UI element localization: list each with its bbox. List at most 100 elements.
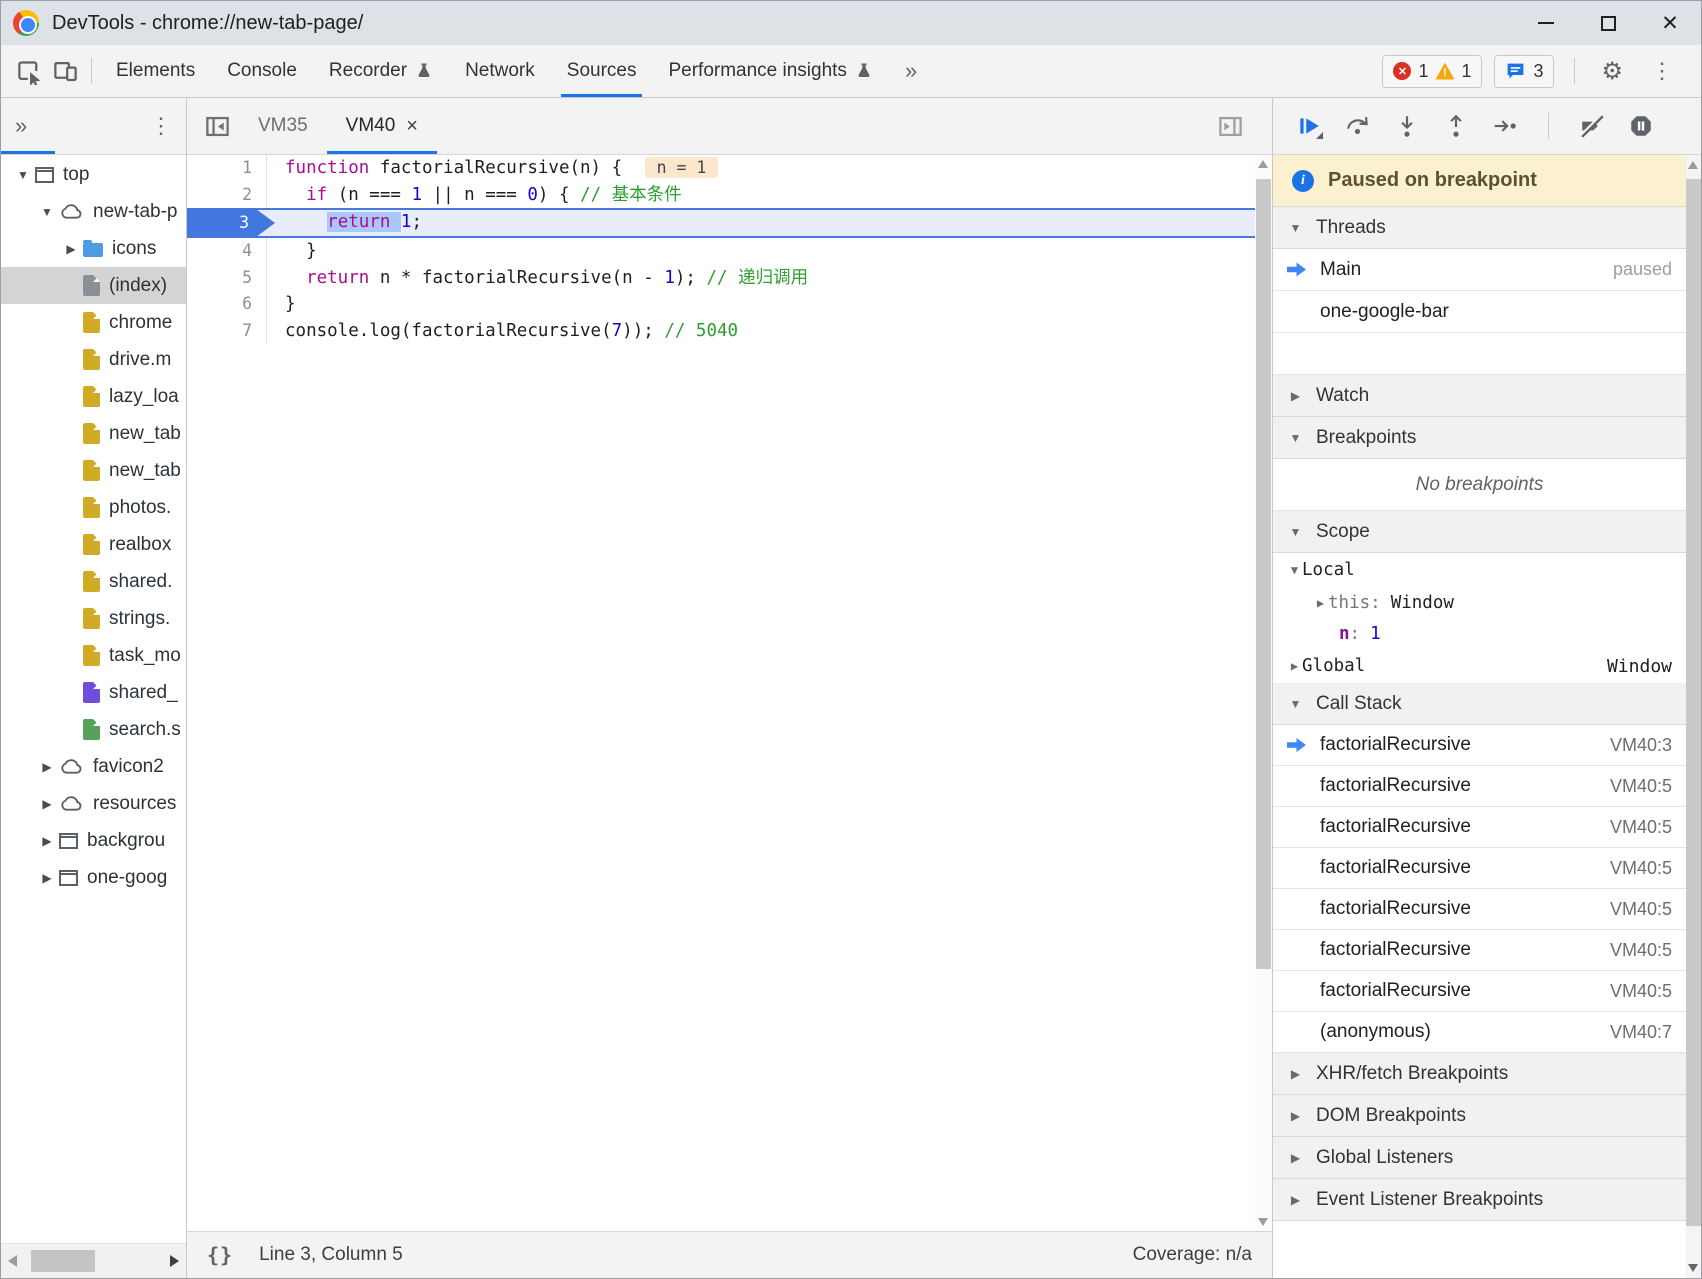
tree-item-drive-m[interactable]: drive.m: [1, 341, 186, 378]
code-line-6[interactable]: 6}: [187, 291, 1272, 318]
line-number-gutter[interactable]: 1: [187, 155, 267, 182]
main-menu-button[interactable]: ⋮: [1641, 58, 1683, 84]
minimize-button[interactable]: [1515, 1, 1577, 45]
scroll-up-arrow-icon[interactable]: [1258, 160, 1268, 168]
tree-item-one-goog[interactable]: ▶one-goog: [1, 859, 186, 896]
step-out-button[interactable]: [1442, 112, 1470, 140]
section-call-stack[interactable]: ▼ Call Stack: [1273, 683, 1686, 725]
tree-item--index-[interactable]: (index): [1, 267, 186, 304]
call-stack-frame[interactable]: (anonymous)VM40:7: [1273, 1012, 1686, 1053]
scope-this-row[interactable]: ▶ this: Window: [1273, 587, 1686, 618]
tree-item-resources[interactable]: ▶resources: [1, 785, 186, 822]
code-line-7[interactable]: 7console.log(factorialRecursive(7)); // …: [187, 318, 1272, 345]
section-dom-breakpoints[interactable]: ▶ DOM Breakpoints: [1273, 1095, 1686, 1137]
tree-item-chrome[interactable]: chrome: [1, 304, 186, 341]
section-event-listener-breakpoints[interactable]: ▶ Event Listener Breakpoints: [1273, 1179, 1686, 1221]
editor-vertical-scrollbar[interactable]: [1255, 155, 1272, 1231]
thread-row[interactable]: one-google-bar: [1273, 291, 1686, 333]
code-line-1[interactable]: 1function factorialRecursive(n) { n = 1: [187, 155, 1272, 182]
line-number-gutter[interactable]: 5: [187, 265, 267, 292]
navigator-menu-button[interactable]: ⋮: [150, 113, 172, 139]
tab-network[interactable]: Network: [449, 45, 551, 97]
scrollbar-thumb[interactable]: [31, 1250, 95, 1272]
maximize-button[interactable]: [1577, 1, 1639, 45]
tree-item-icons[interactable]: ▶icons: [1, 230, 186, 267]
settings-gear-button[interactable]: ⚙: [1595, 57, 1629, 86]
editor-tab-vm35[interactable]: VM35: [239, 98, 327, 154]
line-number-gutter[interactable]: 2: [187, 182, 267, 209]
tree-item-new-tab[interactable]: new_tab: [1, 452, 186, 489]
tree-item-lazy-loa[interactable]: lazy_loa: [1, 378, 186, 415]
tree-item-task-mo[interactable]: task_mo: [1, 637, 186, 674]
step-over-button[interactable]: [1344, 112, 1372, 140]
close-button[interactable]: ✕: [1639, 1, 1701, 45]
line-number-gutter[interactable]: 6: [187, 291, 267, 318]
scrollbar-thumb[interactable]: [1256, 179, 1271, 969]
debugger-vertical-scrollbar[interactable]: [1686, 155, 1701, 1278]
messages-badge[interactable]: 3: [1494, 55, 1554, 88]
call-stack-frame[interactable]: factorialRecursiveVM40:5: [1273, 848, 1686, 889]
thread-row[interactable]: Mainpaused: [1273, 249, 1686, 291]
tree-item-photos-[interactable]: photos.: [1, 489, 186, 526]
close-tab-icon[interactable]: ×: [406, 115, 418, 138]
scroll-down-arrow-icon[interactable]: [1688, 1264, 1698, 1272]
issues-badge[interactable]: ✕ 1 ! 1: [1382, 55, 1482, 88]
navigator-horizontal-scrollbar[interactable]: [1, 1243, 186, 1278]
tree-item-realbox[interactable]: realbox: [1, 526, 186, 563]
show-debugger-panel-button[interactable]: [1212, 108, 1248, 144]
tab-elements[interactable]: Elements: [100, 45, 211, 97]
navigator-more-tabs-button[interactable]: »: [15, 113, 27, 139]
call-stack-frame[interactable]: factorialRecursiveVM40:5: [1273, 807, 1686, 848]
scope-local-row[interactable]: ▼ Local: [1273, 553, 1686, 587]
tab-recorder[interactable]: Recorder: [313, 45, 449, 97]
tab-console[interactable]: Console: [211, 45, 313, 97]
pause-on-exceptions-button[interactable]: [1627, 112, 1655, 140]
call-stack-frame[interactable]: factorialRecursiveVM40:5: [1273, 971, 1686, 1012]
editor-tab-vm40[interactable]: VM40×: [327, 98, 437, 154]
section-xhr-breakpoints[interactable]: ▶ XHR/fetch Breakpoints: [1273, 1053, 1686, 1095]
tree-item-top[interactable]: ▼top: [1, 156, 186, 193]
section-watch[interactable]: ▶ Watch: [1273, 375, 1686, 417]
resume-button[interactable]: [1295, 112, 1323, 140]
pretty-print-button[interactable]: {}: [207, 1243, 233, 1267]
device-toolbar-button[interactable]: [47, 53, 83, 89]
section-breakpoints[interactable]: ▼ Breakpoints: [1273, 417, 1686, 459]
section-scope[interactable]: ▼ Scope: [1273, 511, 1686, 553]
tab-performance-insights[interactable]: Performance insights: [652, 45, 888, 97]
code-line-5[interactable]: 5 return n * factorialRecursive(n - 1); …: [187, 265, 1272, 292]
inspect-element-button[interactable]: [11, 53, 47, 89]
tree-item-shared-[interactable]: shared_: [1, 674, 186, 711]
call-stack-frame[interactable]: factorialRecursiveVM40:5: [1273, 930, 1686, 971]
code-line-3[interactable]: 33 return 1;: [187, 208, 1272, 238]
scrollbar-thumb[interactable]: [1686, 179, 1701, 1226]
scroll-left-arrow-icon[interactable]: [8, 1255, 17, 1267]
hide-navigator-button[interactable]: [199, 108, 235, 144]
tree-item-favicon2[interactable]: ▶favicon2: [1, 748, 186, 785]
call-stack-frame[interactable]: factorialRecursiveVM40:5: [1273, 889, 1686, 930]
deactivate-breakpoints-button[interactable]: [1578, 112, 1606, 140]
scroll-right-arrow-icon[interactable]: [170, 1255, 179, 1267]
tree-item-search-s[interactable]: search.s: [1, 711, 186, 748]
scope-global-row[interactable]: ▶ Global Window: [1273, 649, 1686, 683]
step-button[interactable]: [1491, 112, 1519, 140]
line-number-gutter[interactable]: 33: [187, 210, 267, 236]
code-line-2[interactable]: 2 if (n === 1 || n === 0) { // 基本条件: [187, 182, 1272, 209]
tree-item-backgrou[interactable]: ▶backgrou: [1, 822, 186, 859]
tab-sources[interactable]: Sources: [551, 45, 653, 97]
step-into-button[interactable]: [1393, 112, 1421, 140]
line-number-gutter[interactable]: 4: [187, 238, 267, 265]
tree-item-new-tab[interactable]: new_tab: [1, 415, 186, 452]
section-global-listeners[interactable]: ▶ Global Listeners: [1273, 1137, 1686, 1179]
call-stack-frame[interactable]: factorialRecursiveVM40:5: [1273, 766, 1686, 807]
scope-n-row[interactable]: n: 1: [1273, 618, 1686, 649]
tree-item-shared-[interactable]: shared.: [1, 563, 186, 600]
tree-item-new-tab-p[interactable]: ▼new-tab-p: [1, 193, 186, 230]
call-stack-frame[interactable]: factorialRecursiveVM40:3: [1273, 725, 1686, 766]
code-line-4[interactable]: 4 }: [187, 238, 1272, 265]
line-number-gutter[interactable]: 7: [187, 318, 267, 345]
section-threads[interactable]: ▼ Threads: [1273, 207, 1686, 249]
more-panels-button[interactable]: »: [889, 58, 933, 84]
tree-item-strings-[interactable]: strings.: [1, 600, 186, 637]
scroll-up-arrow-icon[interactable]: [1688, 161, 1698, 169]
scroll-down-arrow-icon[interactable]: [1258, 1218, 1268, 1226]
